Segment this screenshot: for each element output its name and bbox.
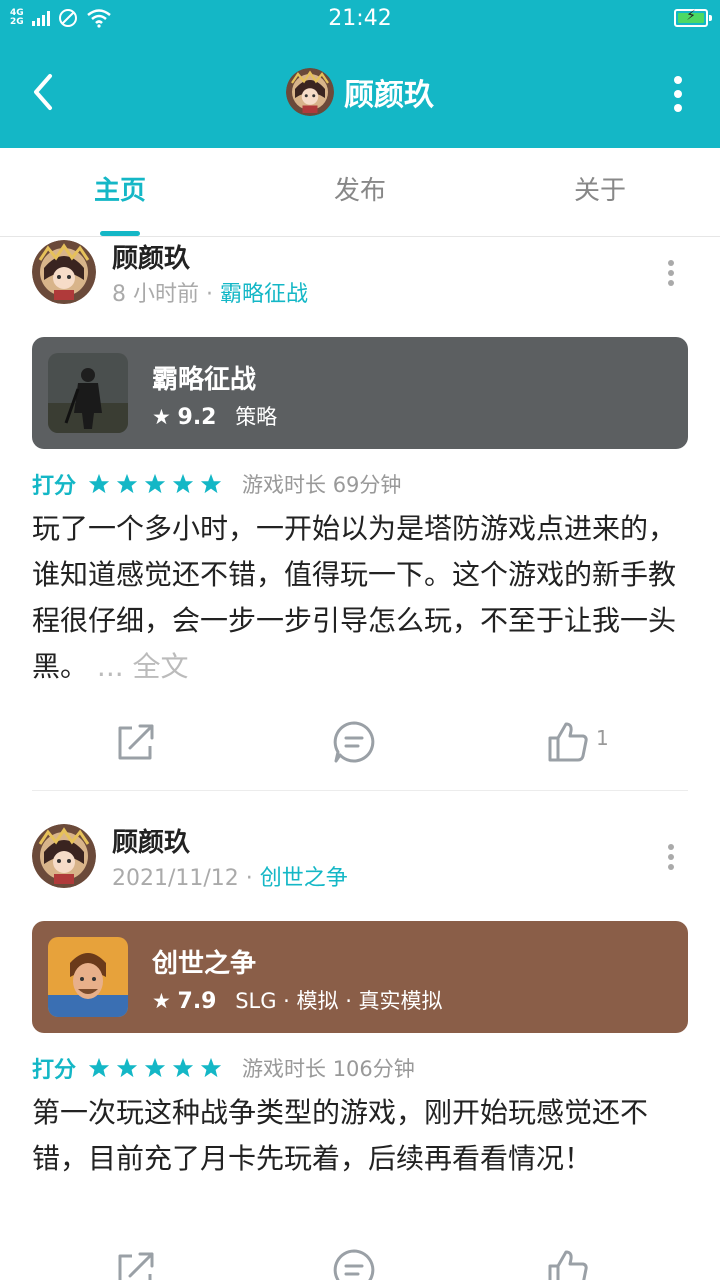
playtime: 游戏时长 69分钟	[242, 473, 402, 497]
game-score: 7.9	[177, 989, 217, 1014]
tab-bar: 主页 发布 关于	[0, 148, 720, 237]
post-actions: 1	[0, 712, 720, 772]
post-meta: 8 小时前 · 霸略征战	[112, 276, 308, 308]
post-meta: 2021/11/12 · 创世之争	[112, 860, 348, 892]
rating-label: 打分	[32, 474, 77, 499]
game-link[interactable]: 创世之争	[260, 866, 348, 891]
star-icon	[116, 473, 138, 494]
game-info: ★ 7.9 SLG · 模拟 · 真实模拟	[152, 985, 443, 1015]
star-rating	[88, 473, 222, 495]
share-icon	[118, 724, 154, 760]
comment-icon	[333, 1249, 375, 1280]
page-title: 顾颜玖	[344, 78, 434, 113]
review-text[interactable]: 玩了一个多小时，一开始以为是塔防游戏点进来的，谁知道感觉还不错，值得玩一下。这个…	[32, 506, 692, 690]
star-icon	[200, 473, 222, 494]
like-button[interactable]	[546, 1240, 626, 1280]
share-button[interactable]	[114, 712, 158, 772]
star-icon	[116, 1057, 138, 1078]
thumbs-up-icon	[548, 722, 588, 762]
rating-row: 打分 游戏时长 69分钟	[32, 468, 401, 500]
game-score: 9.2	[177, 405, 217, 430]
star-icon: ★	[152, 989, 171, 1013]
app-header: 顾颜玖	[0, 38, 720, 148]
tab-about[interactable]: 关于	[480, 148, 720, 236]
post-more-button[interactable]	[666, 842, 676, 872]
post-time: 2021/11/12	[112, 866, 239, 891]
game-card[interactable]: 创世之争 ★ 7.9 SLG · 模拟 · 真实模拟	[32, 921, 688, 1033]
post-time: 8 小时前	[112, 282, 199, 307]
star-icon	[88, 1057, 110, 1078]
post-more-button[interactable]	[666, 258, 676, 288]
star-icon	[88, 473, 110, 494]
star-icon	[144, 1057, 166, 1078]
star-icon	[172, 473, 194, 494]
playtime: 游戏时长 106分钟	[242, 1057, 415, 1081]
charging-icon: ⚡	[686, 8, 696, 24]
comment-button[interactable]	[332, 1240, 376, 1280]
battery-icon: ⚡	[674, 8, 712, 27]
tab-home[interactable]: 主页	[0, 148, 240, 236]
game-icon	[48, 353, 128, 433]
username[interactable]: 顾颜玖	[112, 238, 190, 275]
review-body: 第一次玩这种战争类型的游戏，刚开始玩感觉还不错，目前充了月卡先玩着，后续再看看情…	[32, 1096, 649, 1175]
rating-row: 打分 游戏时长 106分钟	[32, 1052, 415, 1084]
game-name: 创世之争	[152, 949, 257, 979]
game-link[interactable]: 霸略征战	[220, 282, 308, 307]
rating-label: 打分	[32, 1058, 77, 1083]
avatar[interactable]	[286, 68, 334, 116]
game-info: ★ 9.2 策略	[152, 401, 277, 431]
game-card[interactable]: 霸略征战 ★ 9.2 策略	[32, 337, 688, 449]
game-tags: SLG · 模拟 · 真实模拟	[235, 989, 443, 1013]
review-text[interactable]: 第一次玩这种战争类型的游戏，刚开始玩感觉还不错，目前充了月卡先玩着，后续再看看情…	[32, 1090, 692, 1182]
more-vertical-icon	[674, 76, 682, 112]
star-icon: ★	[152, 405, 171, 429]
more-vertical-icon	[668, 844, 674, 870]
tab-posts[interactable]: 发布	[240, 148, 480, 236]
more-vertical-icon	[668, 260, 674, 286]
share-icon	[118, 1252, 154, 1280]
status-bar: 4G 2G 21:42 ⚡	[0, 0, 720, 38]
star-icon	[144, 473, 166, 494]
clock: 21:42	[328, 6, 392, 31]
share-button[interactable]	[114, 1240, 158, 1280]
like-count: 1	[596, 726, 609, 750]
comment-icon	[333, 721, 375, 763]
avatar[interactable]	[32, 240, 96, 304]
meta-separator: ·	[238, 866, 260, 891]
post-divider	[32, 790, 688, 791]
game-name: 霸略征战	[152, 365, 257, 395]
game-tags: 策略	[235, 405, 278, 429]
game-icon	[48, 937, 128, 1017]
thumbs-up-icon	[548, 1250, 588, 1280]
avatar[interactable]	[32, 824, 96, 888]
star-icon	[200, 1057, 222, 1078]
username[interactable]: 顾颜玖	[112, 822, 190, 859]
more-options-button[interactable]	[666, 72, 690, 116]
meta-separator: ·	[199, 282, 220, 307]
star-rating	[88, 1057, 222, 1079]
like-button[interactable]: 1	[546, 712, 626, 772]
read-more-link[interactable]: ... 全文	[88, 650, 189, 683]
header-profile: 顾颜玖	[0, 68, 720, 116]
star-icon	[172, 1057, 194, 1078]
post-actions	[0, 1240, 720, 1280]
comment-button[interactable]	[332, 712, 376, 772]
review-feed[interactable]: 顾颜玖 8 小时前 · 霸略征战 霸略征战 ★ 9.2 策略 打分 游戏时长 6…	[0, 236, 720, 1280]
